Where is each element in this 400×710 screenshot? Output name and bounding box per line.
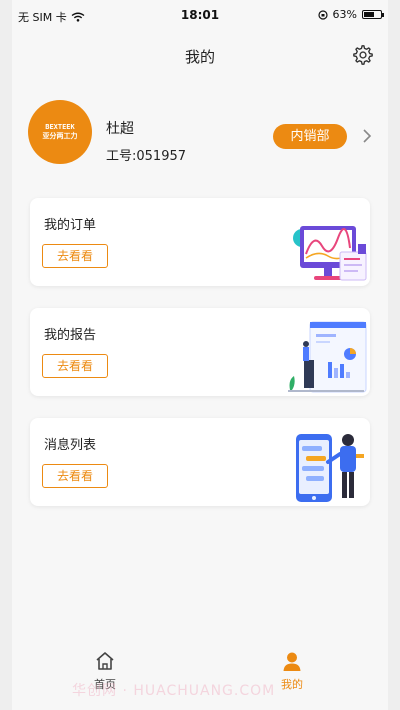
app-screen: 无 SIM 卡 18:01 63% 我的 BEXTEEK 亚分两工力 杜超 工号… xyxy=(12,0,388,710)
user-icon xyxy=(283,652,301,671)
avatar: BEXTEEK 亚分两工力 xyxy=(28,100,92,164)
department-badge[interactable]: 内销部 xyxy=(273,124,347,149)
battery-percent: 63% xyxy=(332,8,357,21)
battery-fill xyxy=(364,12,375,17)
battery-icon xyxy=(362,10,384,19)
card-title: 消息列表 xyxy=(44,438,97,453)
tab-mine[interactable]: 我的 xyxy=(257,650,327,700)
mobile-messages-illustration xyxy=(296,434,364,502)
avatar-logo-line2: 亚分两工力 xyxy=(42,132,78,140)
avatar-logo-line1: BEXTEEK xyxy=(45,123,75,131)
orders-view-button[interactable]: 去看看 xyxy=(42,244,108,268)
messages-view-button[interactable]: 去看看 xyxy=(42,464,108,488)
tab-home-label: 首页 xyxy=(94,678,116,691)
card-title: 我的订单 xyxy=(44,218,97,233)
reports-card[interactable]: 我的报告 去看看 xyxy=(30,308,370,396)
page-title: 我的 xyxy=(184,48,215,66)
status-right: 63% xyxy=(317,8,384,21)
employee-id: 工号:051957 xyxy=(106,149,187,164)
header: 我的 xyxy=(12,28,388,84)
user-name: 杜超 xyxy=(106,121,134,137)
status-bar: 无 SIM 卡 18:01 63% xyxy=(12,0,388,28)
orientation-lock-icon xyxy=(317,9,328,20)
settings-gear-icon[interactable] xyxy=(352,44,374,66)
bottom-tab-bar: 首页 我的 xyxy=(12,640,388,710)
tab-home[interactable]: 首页 xyxy=(70,650,140,700)
analytics-monitor-illustration xyxy=(293,226,367,281)
tab-mine-label: 我的 xyxy=(281,678,303,691)
reports-view-button[interactable]: 去看看 xyxy=(42,354,108,378)
home-icon xyxy=(96,652,114,670)
messages-card[interactable]: 消息列表 去看看 xyxy=(30,418,370,506)
report-dashboard-illustration xyxy=(288,321,367,393)
card-title: 我的报告 xyxy=(44,328,97,343)
chevron-right-icon[interactable] xyxy=(362,128,372,144)
orders-card[interactable]: 我的订单 去看看 xyxy=(30,198,370,286)
profile-section[interactable]: BEXTEEK 亚分两工力 杜超 工号:051957 内销部 xyxy=(12,94,388,174)
